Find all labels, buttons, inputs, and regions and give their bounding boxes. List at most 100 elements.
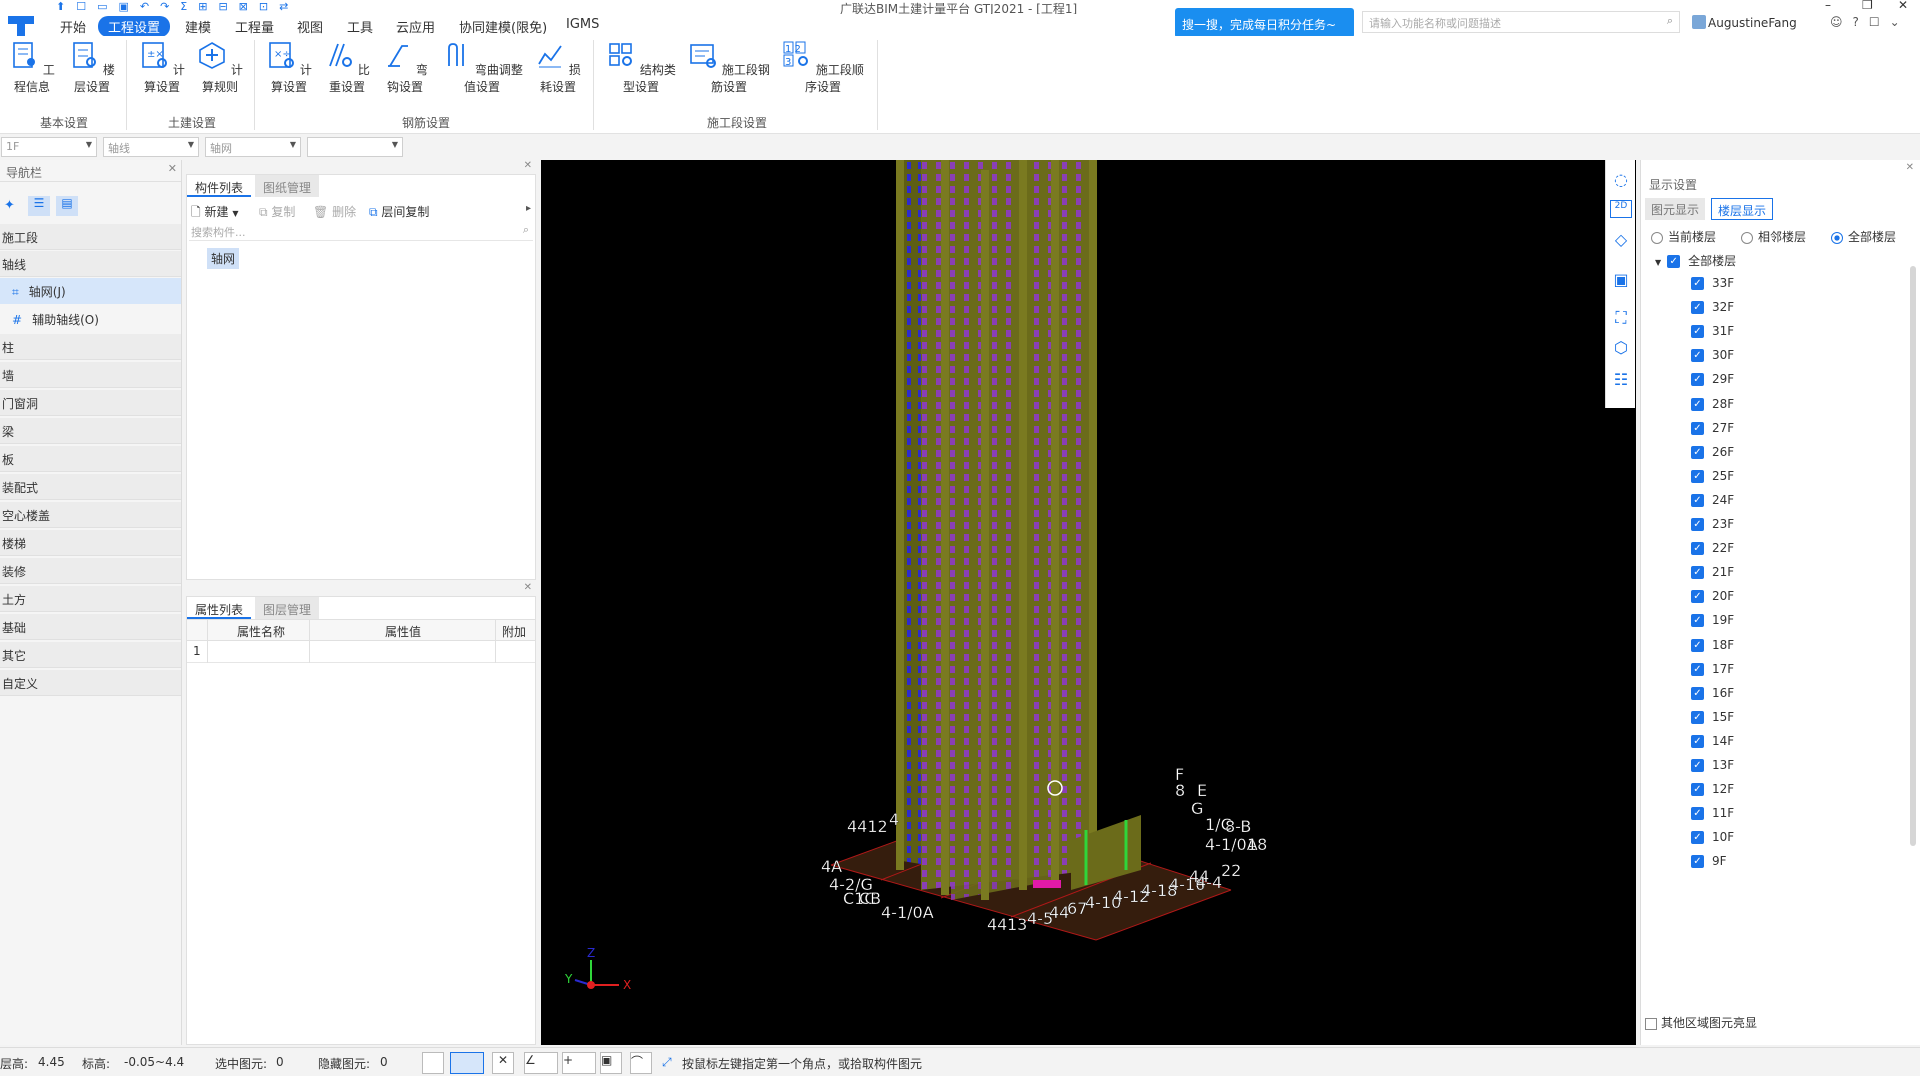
tab-element-display[interactable]: 图元显示 bbox=[1645, 198, 1706, 220]
angle-snap-icon[interactable]: ∠ bbox=[524, 1052, 558, 1074]
floor-item[interactable]: ✓ 21F bbox=[1691, 565, 1734, 587]
nav-section-hollow-slab[interactable]: 空心楼盖 bbox=[0, 502, 181, 528]
avatar[interactable] bbox=[1692, 15, 1706, 29]
floor-item[interactable]: ✓ 9F bbox=[1691, 854, 1727, 874]
more-icon[interactable]: ▸ bbox=[526, 203, 531, 214]
pin-icon[interactable]: ✦ bbox=[4, 198, 15, 213]
nav-item-aux-axis[interactable]: # 辅助轴线(O) bbox=[0, 306, 181, 332]
floor-item[interactable]: ✓ 15F bbox=[1691, 710, 1734, 732]
nav-section-decoration[interactable]: 装修 bbox=[0, 558, 181, 584]
menu-project-settings[interactable]: 工程设置 bbox=[98, 16, 171, 37]
floor-select[interactable]: 1F ▼ bbox=[1, 137, 97, 157]
floor-item[interactable]: ✓ 12F bbox=[1691, 782, 1734, 804]
3d-viewport[interactable]: 4412 4 4A 4-2/G C1C CB 4-1/0A 44 13 4-5 … bbox=[541, 160, 1636, 1045]
building-model[interactable]: 4412 4 4A 4-2/G C1C CB 4-1/0A 44 13 4-5 … bbox=[541, 160, 1636, 1045]
floor-item[interactable]: ✓ 17F bbox=[1691, 662, 1734, 684]
restore-icon[interactable]: ❐ bbox=[1862, 0, 1873, 12]
offset-icon[interactable]: + bbox=[562, 1052, 596, 1074]
nav-section-custom[interactable]: 自定义 bbox=[0, 670, 181, 696]
tab-component-list[interactable]: 构件列表 bbox=[187, 175, 252, 197]
menu-collab[interactable]: 协同建模(限免) bbox=[459, 17, 547, 36]
search-icon[interactable]: ⌕ bbox=[523, 223, 529, 237]
nav-section-construction-stage[interactable]: 施工段 bbox=[0, 224, 181, 250]
floor-item[interactable]: ✓ 14F bbox=[1691, 734, 1734, 756]
close-icon[interactable]: ✕ bbox=[524, 582, 532, 593]
arc-icon[interactable]: ⌒ bbox=[630, 1052, 652, 1074]
floor-item[interactable]: ✓ 28F bbox=[1691, 397, 1734, 419]
calc-rules-button[interactable]: 计算规则 bbox=[194, 40, 246, 96]
floor-item[interactable]: ✓ 25F bbox=[1691, 469, 1734, 491]
loss-settings-button[interactable]: 损耗设置 bbox=[532, 40, 584, 96]
tree-all-floors[interactable]: ▼ ✓ 全部楼层 bbox=[1655, 252, 1736, 269]
scrollbar[interactable] bbox=[1910, 266, 1916, 846]
menu-view[interactable]: 视图 bbox=[297, 17, 323, 36]
floor-item[interactable]: ✓ 32F bbox=[1691, 300, 1734, 322]
nav-section-prefab[interactable]: 装配式 bbox=[0, 474, 181, 500]
section-order-button[interactable]: 1 23 施工段顺序设置 bbox=[778, 40, 868, 96]
floor-item[interactable]: ✓ 11F bbox=[1691, 806, 1734, 828]
menu-start[interactable]: 开始 bbox=[60, 17, 86, 36]
nav-section-openings[interactable]: 门窗洞 bbox=[0, 390, 181, 416]
nav-section-other[interactable]: 其它 bbox=[0, 642, 181, 668]
search-icon[interactable]: ⌕ bbox=[1667, 14, 1673, 28]
floor-copy-button[interactable]: ⧉ 层间复制 bbox=[369, 203, 429, 220]
radio-current-floor[interactable]: 当前楼层 bbox=[1651, 228, 1716, 245]
structure-type-button[interactable]: 结构类型设置 bbox=[603, 40, 679, 96]
nav-section-column[interactable]: 柱 bbox=[0, 334, 181, 360]
cross-select-icon[interactable]: ✕ bbox=[492, 1052, 514, 1074]
floor-item[interactable]: ✓ 13F bbox=[1691, 758, 1734, 780]
floor-item[interactable]: ✓ 16F bbox=[1691, 686, 1734, 708]
floor-item[interactable]: ✓ 23F bbox=[1691, 517, 1734, 539]
nav-section-foundation[interactable]: 基础 bbox=[0, 614, 181, 640]
delete-button[interactable]: 🗑 删除 bbox=[313, 203, 356, 220]
tab-drawing-management[interactable]: 图纸管理 bbox=[255, 175, 320, 197]
floor-item[interactable]: ✓ 30F bbox=[1691, 348, 1734, 370]
floor-item[interactable]: ✓ 33F bbox=[1691, 276, 1734, 298]
new-component-button[interactable]: 🗋 新建 ▼ bbox=[191, 203, 238, 224]
type-select[interactable]: 轴线 ▼ bbox=[103, 137, 199, 157]
nav-section-wall[interactable]: 墙 bbox=[0, 362, 181, 388]
component-item-axis-grid[interactable]: 轴网 bbox=[207, 248, 240, 269]
menu-igms[interactable]: IGMS bbox=[566, 17, 599, 32]
floor-item[interactable]: ✓ 18F bbox=[1691, 638, 1734, 660]
hook-settings-button[interactable]: 弯钩设置 bbox=[379, 40, 431, 96]
section-rebar-button[interactable]: 施工段钢筋设置 bbox=[686, 40, 772, 96]
section-view-icon[interactable]: ⬡ bbox=[1610, 338, 1632, 360]
close-icon[interactable]: ✕ bbox=[524, 160, 532, 171]
2d-view-icon[interactable]: 2D bbox=[1610, 200, 1632, 218]
floor-item[interactable]: ✓ 26F bbox=[1691, 445, 1734, 467]
component-select[interactable]: ▼ bbox=[307, 137, 403, 157]
menu-quantity[interactable]: 工程量 bbox=[235, 17, 274, 36]
table-row[interactable]: 1 bbox=[187, 641, 535, 663]
radio-adjacent-floor[interactable]: 相邻楼层 bbox=[1741, 228, 1806, 245]
floor-item[interactable]: ✓ 27F bbox=[1691, 421, 1734, 443]
highlight-other-checkbox[interactable]: 其他区域图元亮显 bbox=[1645, 1014, 1757, 1031]
floor-item[interactable]: ✓ 31F bbox=[1691, 324, 1734, 346]
subtype-select[interactable]: 轴网 ▼ bbox=[205, 137, 301, 157]
tree-view-icon[interactable]: ▤ bbox=[56, 196, 78, 216]
floor-item[interactable]: ✓ 29F bbox=[1691, 372, 1734, 394]
floor-settings-button[interactable]: 楼层设置 bbox=[66, 40, 118, 96]
nav-section-beam[interactable]: 梁 bbox=[0, 418, 181, 444]
nav-section-stairs[interactable]: 楼梯 bbox=[0, 530, 181, 556]
rebar-calc-settings-button[interactable]: ×÷ 计算设置 bbox=[263, 40, 315, 96]
box-view-icon[interactable]: ▣ bbox=[1610, 270, 1632, 292]
list-view-icon[interactable]: ☰ bbox=[28, 196, 50, 216]
orbit-icon[interactable]: ◌ bbox=[1610, 170, 1632, 192]
user-name[interactable]: AugustineFang bbox=[1708, 16, 1797, 30]
floor-item[interactable]: ✓ 10F bbox=[1691, 830, 1734, 852]
close-icon[interactable]: ✕ bbox=[1906, 162, 1914, 173]
nav-section-earthwork[interactable]: 土方 bbox=[0, 586, 181, 612]
fit-view-icon[interactable]: ⛶ bbox=[1610, 308, 1632, 330]
tab-property-list[interactable]: 属性列表 bbox=[187, 597, 252, 619]
minimize-icon[interactable]: – bbox=[1825, 0, 1831, 12]
radio-all-floors[interactable]: 全部楼层 bbox=[1831, 228, 1896, 245]
close-icon[interactable]: ✕ bbox=[1898, 0, 1908, 12]
help-toolbar[interactable]: ☺?☐⌄ bbox=[1830, 15, 1910, 29]
menu-modeling[interactable]: 建模 bbox=[185, 17, 211, 36]
properties-icon[interactable]: ☷ bbox=[1610, 370, 1632, 392]
component-search-input[interactable]: 搜索构件... ⌕ bbox=[189, 223, 533, 241]
tab-layer-management[interactable]: 图层管理 bbox=[255, 597, 320, 619]
floor-item[interactable]: ✓ 24F bbox=[1691, 493, 1734, 515]
menu-tools[interactable]: 工具 bbox=[347, 17, 373, 36]
